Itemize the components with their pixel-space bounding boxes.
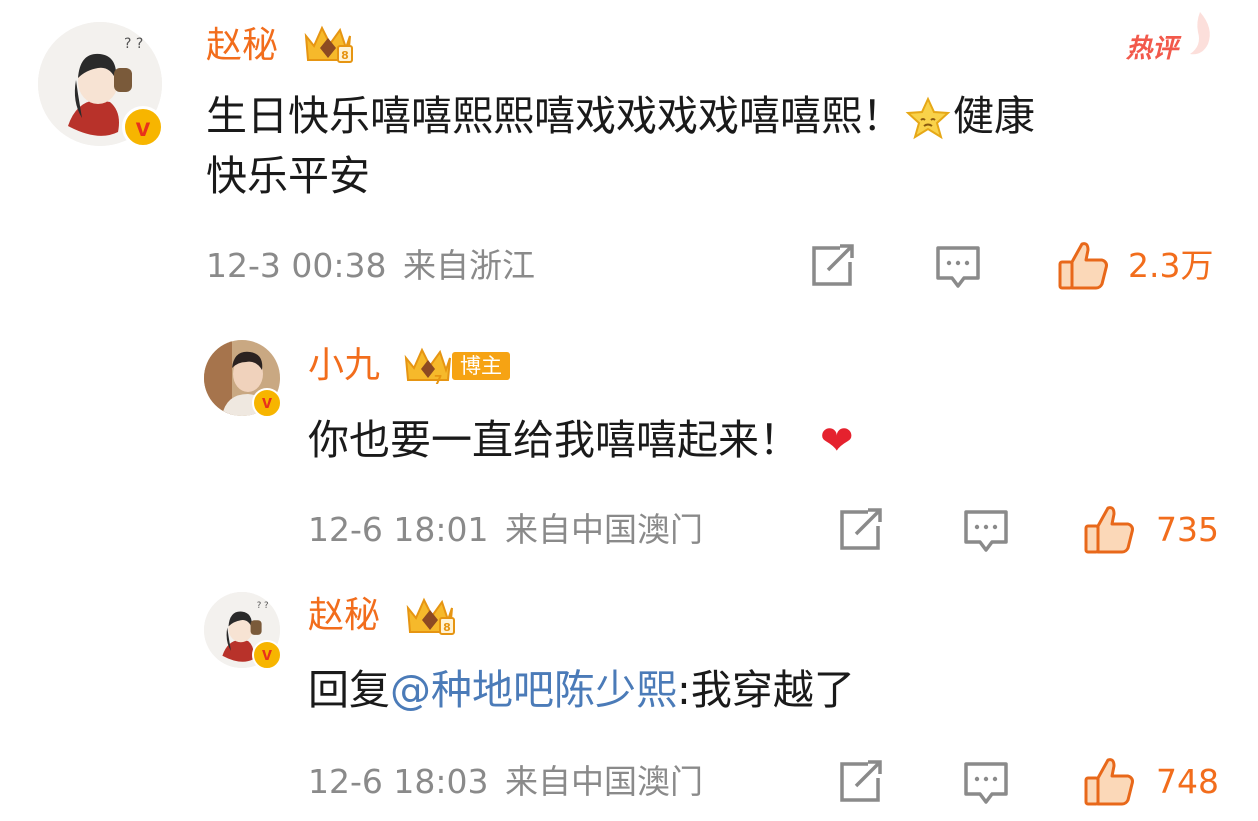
- avatar[interactable]: ? ? v: [204, 592, 282, 670]
- blogger-badge: 博主: [452, 352, 510, 380]
- comment-icon[interactable]: [934, 244, 982, 294]
- crown-level-icon: 7: [400, 344, 456, 392]
- comment-text-line1: 生日快乐嘻嘻熙熙嘻戏戏戏戏嘻嘻熙！: [206, 92, 903, 140]
- avatar[interactable]: ? ? v: [38, 22, 164, 148]
- location: 来自中国澳门: [505, 762, 703, 801]
- like-count: 748: [1156, 762, 1219, 801]
- svg-text:? ?: ? ?: [124, 36, 143, 52]
- comment-text-line1-suffix: 健康: [953, 92, 1035, 140]
- comment-text: 回复@种地吧陈少熙:我穿越了: [308, 660, 855, 720]
- location: 来自浙江: [403, 246, 535, 285]
- star-emoji-icon: [905, 96, 951, 142]
- heart-emoji-icon: ❤: [820, 418, 854, 464]
- timestamp: 12-6 18:01: [308, 510, 489, 549]
- reply-prefix: 回复: [308, 666, 390, 714]
- username[interactable]: 赵秘: [206, 24, 278, 68]
- timestamp: 12-6 18:03: [308, 762, 489, 801]
- reply-text: :我穿越了: [677, 666, 855, 714]
- username[interactable]: 小九: [308, 344, 380, 388]
- svg-text:8: 8: [341, 49, 349, 62]
- mention-link[interactable]: @种地吧陈少熙: [390, 666, 677, 714]
- comment-icon[interactable]: [962, 760, 1010, 810]
- svg-text:7: 7: [434, 373, 442, 387]
- verified-icon: v: [252, 640, 282, 670]
- like-icon[interactable]: [1082, 756, 1136, 812]
- comment-meta: 12-3 00:38 来自浙江: [206, 246, 535, 286]
- comment-icon[interactable]: [962, 508, 1010, 558]
- svg-text:8: 8: [443, 621, 451, 634]
- location: 来自中国澳门: [505, 510, 703, 549]
- hot-comment-badge: 热评: [1126, 28, 1178, 65]
- comment-text: 你也要一直给我嘻嘻起来！ ❤: [308, 410, 854, 471]
- like-count: 2.3万: [1128, 246, 1214, 285]
- reply-text: 你也要一直给我嘻嘻起来！: [308, 416, 800, 464]
- comment-meta: 12-6 18:03 来自中国澳门: [308, 762, 703, 802]
- like-icon[interactable]: [1082, 504, 1136, 560]
- comment-meta: 12-6 18:01 来自中国澳门: [308, 510, 703, 550]
- share-icon[interactable]: [810, 244, 858, 292]
- flame-decoration-icon: [1190, 12, 1210, 55]
- verified-icon: v: [122, 106, 164, 148]
- like-icon[interactable]: [1056, 240, 1110, 296]
- username[interactable]: 赵秘: [308, 594, 380, 638]
- share-icon[interactable]: [838, 508, 886, 556]
- avatar[interactable]: v: [204, 340, 282, 418]
- svg-text:? ?: ? ?: [257, 601, 269, 611]
- share-icon[interactable]: [838, 760, 886, 808]
- comment-text: 生日快乐嘻嘻熙熙嘻戏戏戏戏嘻嘻熙！ 健康 快乐平安: [206, 86, 1216, 206]
- crown-level-icon: 8: [400, 592, 460, 644]
- comment-text-line2: 快乐平安: [206, 152, 370, 200]
- crown-level-icon: 8: [298, 20, 358, 72]
- hot-label: 热评: [1126, 33, 1179, 63]
- like-count: 735: [1156, 510, 1219, 549]
- verified-icon: v: [252, 388, 282, 418]
- timestamp: 12-3 00:38: [206, 246, 387, 285]
